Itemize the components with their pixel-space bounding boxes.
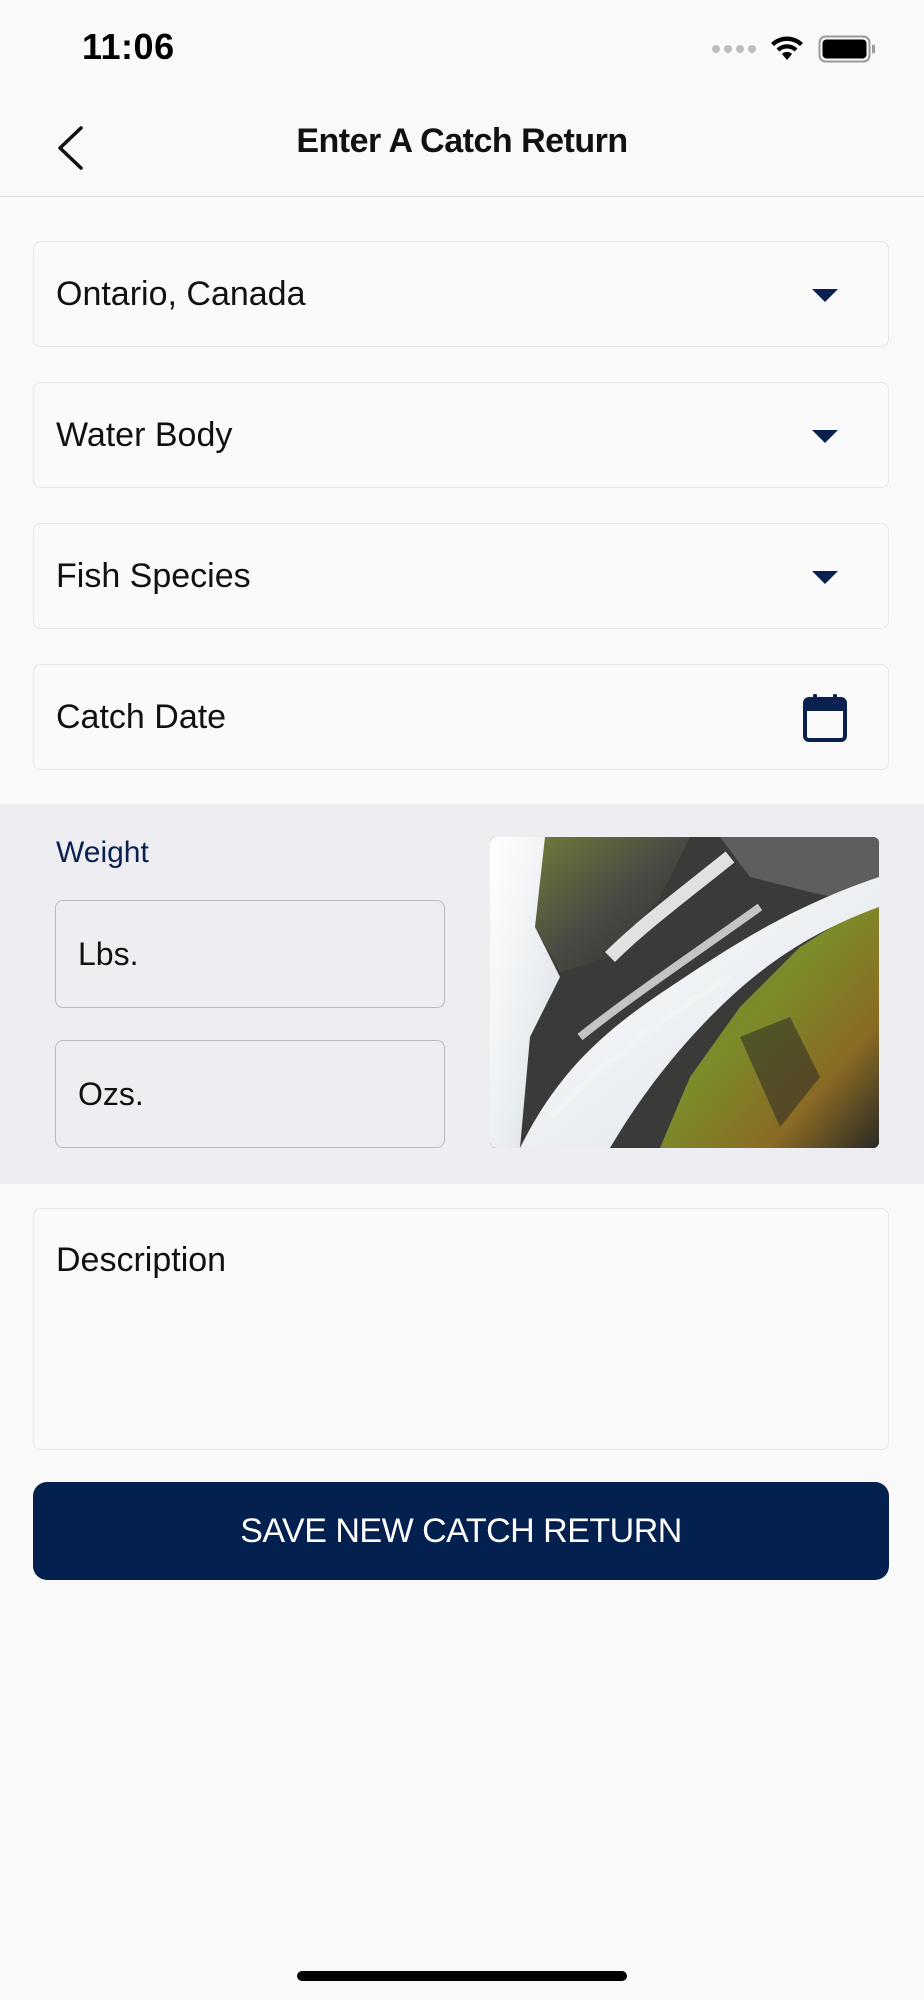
lbs-input[interactable] [55,900,445,1008]
catch-date-value: Catch Date [56,697,227,736]
status-icons [712,32,876,66]
status-time: 11:06 [82,26,175,67]
fish-species-value: Fish Species [56,556,251,595]
navigation-bar: Enter A Catch Return [0,88,924,197]
wifi-icon [771,36,803,60]
calendar-icon[interactable] [802,693,848,743]
catch-photo[interactable] [490,837,879,1148]
home-indicator [297,1971,627,1981]
ozs-input[interactable] [55,1040,445,1148]
signal-icon [712,45,756,53]
water-body-value: Water Body [56,415,233,454]
description-input[interactable] [33,1208,889,1450]
waterfall-photo [490,837,879,1148]
fish-species-dropdown[interactable]: Fish Species [33,523,889,629]
region-value: Ontario, Canada [56,274,306,313]
region-dropdown[interactable]: Ontario, Canada [33,241,889,347]
caret-down-icon [812,430,838,443]
page-title: Enter A Catch Return [296,122,628,160]
caret-down-icon [812,289,838,302]
save-catch-return-button[interactable]: SAVE NEW CATCH RETURN [33,1482,889,1580]
catch-date-field[interactable]: Catch Date [33,664,889,770]
battery-icon [818,35,875,63]
weight-label: Weight [56,836,149,869]
caret-down-icon [812,571,838,584]
water-body-dropdown[interactable]: Water Body [33,382,889,488]
